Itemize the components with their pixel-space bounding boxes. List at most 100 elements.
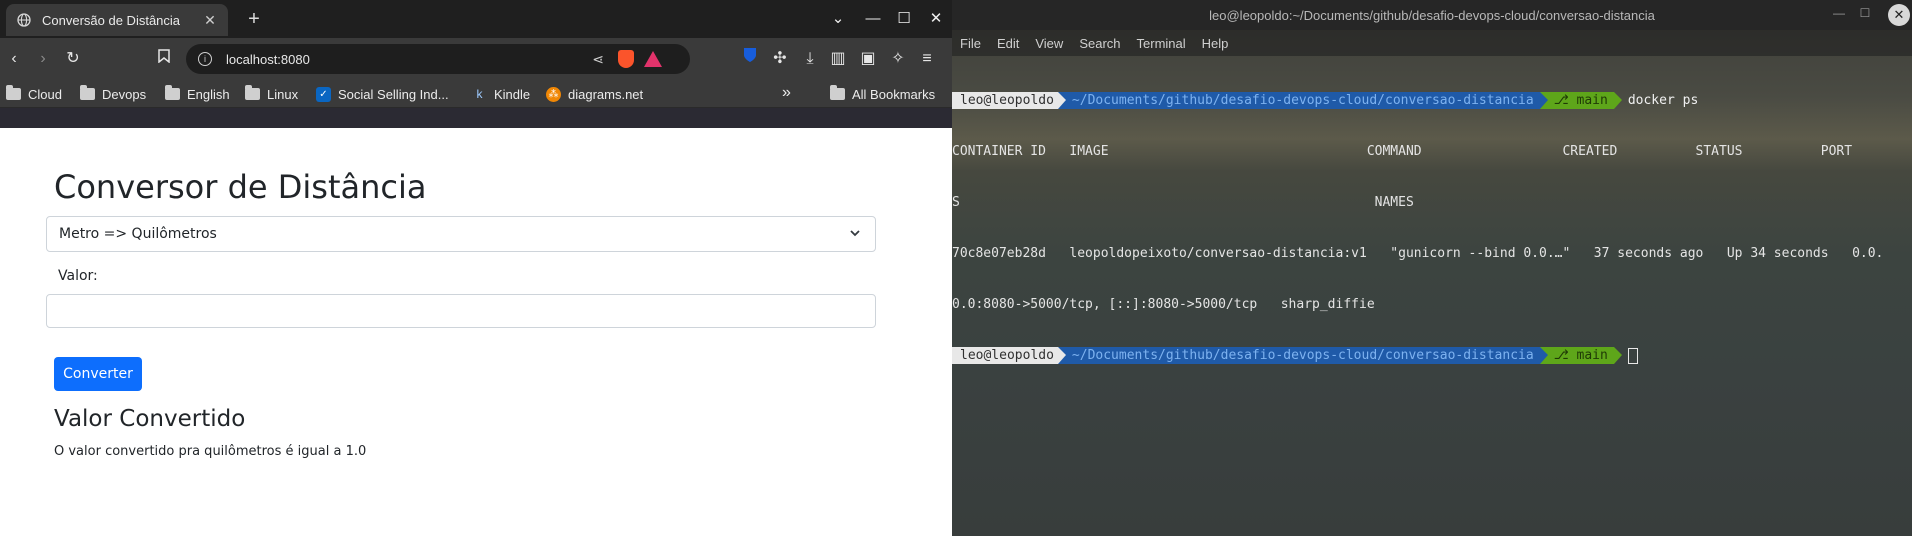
- folder-icon: [6, 85, 21, 100]
- value-label: Valor:: [58, 268, 98, 284]
- reload-icon[interactable]: ↻: [61, 47, 85, 71]
- toolbar-divider: [0, 108, 952, 128]
- prompt-user: leo@leopoldo: [952, 92, 1058, 109]
- bookmark-label: All Bookmarks: [852, 86, 936, 102]
- wallet-icon[interactable]: ▣: [856, 47, 880, 71]
- folder-icon: [80, 85, 95, 100]
- terminal-cursor: [1627, 347, 1638, 364]
- share-icon[interactable]: ⋖: [592, 51, 604, 68]
- new-tab-icon[interactable]: +: [242, 8, 266, 32]
- git-branch: ⎇ main: [1547, 347, 1614, 364]
- menu-file[interactable]: File: [960, 36, 981, 51]
- menu-help[interactable]: Help: [1202, 36, 1229, 51]
- back-icon[interactable]: ‹: [2, 47, 26, 71]
- diagrams-icon: ⁂: [546, 86, 561, 102]
- extensions-icon[interactable]: ✣: [768, 47, 792, 71]
- bookmark-cloud[interactable]: Cloud: [6, 85, 62, 103]
- prompt-separator-icon: [1613, 92, 1622, 109]
- conversion-select[interactable]: Metro => Quilômetros: [46, 216, 876, 252]
- bookmark-label: Devops: [102, 86, 147, 102]
- result-title: Valor Convertido: [54, 406, 246, 432]
- browser-toolbar: ‹ › ↻ i localhost:8080 ⋖ ✣ ⤓ ▥ ▣ ✧ ≡: [0, 38, 952, 80]
- bookmark-label: Social Selling Ind...: [338, 86, 449, 102]
- branch-name: main: [1576, 348, 1608, 363]
- kindle-icon: k: [476, 87, 483, 101]
- folder-icon: [830, 85, 845, 100]
- bookmark-devops[interactable]: Devops: [80, 85, 146, 103]
- maximize-icon[interactable]: ☐: [1856, 6, 1874, 20]
- prompt-line: leo@leopoldo ~/Documents/github/desafio-…: [952, 92, 1912, 109]
- prompt-path: ~/Documents/github/desafio-devops-cloud/…: [1065, 92, 1540, 109]
- terminal-titlebar: leo@leopoldo:~/Documents/github/desafio-…: [952, 0, 1912, 30]
- folder-icon: [245, 85, 260, 100]
- menu-terminal[interactable]: Terminal: [1137, 36, 1186, 51]
- command-text: docker ps: [1627, 93, 1699, 108]
- bookmark-english[interactable]: English: [165, 85, 230, 103]
- bookmark-label: Cloud: [28, 86, 62, 102]
- prompt-separator-icon: [1539, 347, 1548, 364]
- bookmark-kindle[interactable]: k Kindle: [472, 85, 531, 103]
- output-line: 70c8e07eb28d leopoldopeixoto/conversao-d…: [952, 246, 1884, 261]
- convert-button[interactable]: Converter: [54, 357, 142, 391]
- terminal-window: leo@leopoldo:~/Documents/github/desafio-…: [952, 0, 1912, 536]
- globe-icon: [16, 12, 32, 28]
- menu-icon[interactable]: ≡: [915, 47, 939, 71]
- brave-shields-icon[interactable]: [618, 50, 634, 68]
- bookmark-label: Kindle: [494, 86, 531, 102]
- bookmark-icon[interactable]: [152, 47, 176, 71]
- tab-title: Conversão de Distância: [42, 12, 181, 28]
- select-value: Metro => Quilômetros: [59, 226, 217, 242]
- branch-icon: ⎇: [1553, 93, 1577, 108]
- web-page: Conversor de Distância Metro => Quilômet…: [0, 128, 952, 536]
- bookmark-diagrams[interactable]: ⁂ diagrams.net: [546, 85, 643, 103]
- menu-edit[interactable]: Edit: [997, 36, 1019, 51]
- chevron-down-icon[interactable]: ⌄: [827, 8, 849, 30]
- download-icon[interactable]: ⤓: [798, 47, 822, 71]
- close-tab-icon[interactable]: ✕: [202, 12, 218, 29]
- url-text: localhost:8080: [226, 51, 310, 67]
- branch-icon: ⎇: [1553, 348, 1577, 363]
- prompt-user: leo@leopoldo: [952, 347, 1058, 364]
- browser-window: Conversão de Distância ✕ + ⌄ — ☐ ✕ ‹ › ↻…: [0, 0, 952, 536]
- bookmark-social-selling[interactable]: ✓ Social Selling Ind...: [316, 85, 449, 103]
- minimize-icon[interactable]: —: [862, 8, 884, 30]
- brave-rewards-icon[interactable]: [644, 51, 662, 67]
- bitwarden-icon[interactable]: [738, 47, 762, 71]
- minimize-icon[interactable]: —: [1830, 6, 1848, 20]
- leo-ai-icon[interactable]: ✧: [886, 47, 910, 71]
- prompt-separator-icon: [1057, 92, 1066, 109]
- prompt-separator-icon: [1539, 92, 1548, 109]
- address-bar[interactable]: i localhost:8080 ⋖: [186, 44, 690, 74]
- prompt-line: leo@leopoldo ~/Documents/github/desafio-…: [952, 347, 1912, 364]
- maximize-icon[interactable]: ☐: [893, 8, 915, 30]
- bookmark-label: English: [187, 86, 230, 102]
- prompt-separator-icon: [1057, 347, 1066, 364]
- menu-view[interactable]: View: [1035, 36, 1063, 51]
- linkedin-icon: ✓: [316, 86, 331, 102]
- more-bookmarks-icon[interactable]: »: [782, 84, 791, 102]
- git-branch: ⎇ main: [1547, 92, 1614, 109]
- value-input[interactable]: [46, 294, 876, 328]
- prompt-separator-icon: [1613, 347, 1622, 364]
- menu-search[interactable]: Search: [1079, 36, 1120, 51]
- prompt-path: ~/Documents/github/desafio-devops-cloud/…: [1065, 347, 1540, 364]
- close-window-icon[interactable]: ✕: [925, 8, 947, 30]
- output-line: S NAMES: [952, 195, 1414, 210]
- tab-bar: Conversão de Distância ✕ + ⌄ — ☐ ✕: [0, 0, 952, 38]
- close-window-icon[interactable]: ✕: [1888, 4, 1910, 26]
- result-text: O valor convertido pra quilômetros é igu…: [54, 444, 367, 459]
- output-line: CONTAINER ID IMAGE COMMAND CREATED STATU…: [952, 144, 1853, 159]
- folder-icon: [165, 85, 180, 100]
- terminal-title: leo@leopoldo:~/Documents/github/desafio-…: [1209, 7, 1655, 23]
- forward-icon[interactable]: ›: [31, 47, 55, 71]
- bookmark-linux[interactable]: Linux: [245, 85, 298, 103]
- bookmarks-bar: Cloud Devops English Linux ✓ Social Sell…: [0, 80, 952, 108]
- all-bookmarks[interactable]: All Bookmarks: [830, 85, 935, 103]
- branch-name: main: [1576, 93, 1608, 108]
- terminal-output[interactable]: leo@leopoldo ~/Documents/github/desafio-…: [952, 58, 1912, 398]
- page-title: Conversor de Distância: [54, 168, 427, 206]
- site-info-icon[interactable]: i: [198, 52, 212, 66]
- browser-tab[interactable]: Conversão de Distância ✕: [6, 4, 228, 36]
- sidebar-icon[interactable]: ▥: [826, 47, 850, 71]
- bookmark-label: diagrams.net: [568, 86, 644, 102]
